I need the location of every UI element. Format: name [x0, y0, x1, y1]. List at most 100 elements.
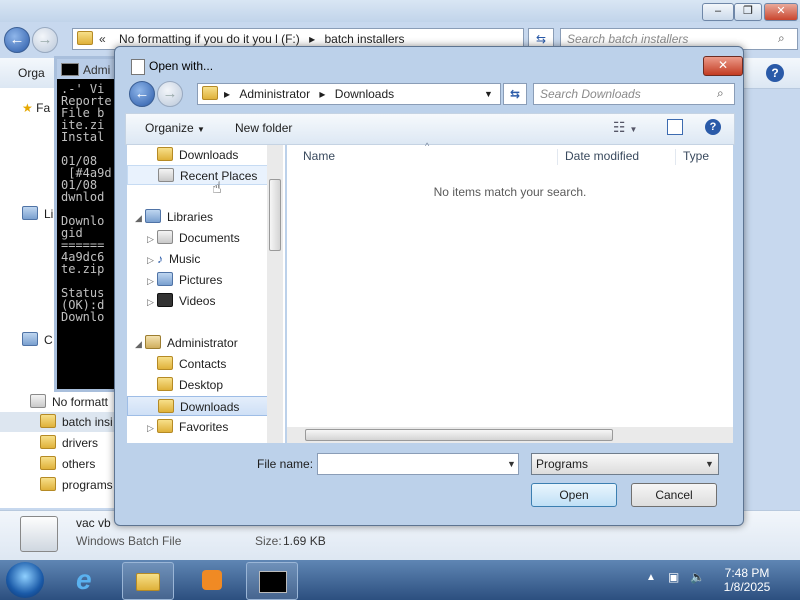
tree-item-drive[interactable]: No formatt	[30, 392, 108, 412]
column-header-type[interactable]: Type	[683, 145, 709, 167]
cancel-button[interactable]: Cancel	[631, 483, 717, 507]
clock-time: 7:48 PM	[724, 566, 770, 580]
taskbar-console-icon[interactable]	[246, 562, 298, 600]
tree-item-drivers[interactable]: drivers	[40, 433, 98, 453]
column-header-date-modified[interactable]: Date modified	[565, 145, 639, 167]
folder-icon	[158, 399, 174, 413]
tree-item-programs[interactable]: programs	[40, 475, 113, 495]
file-type-select[interactable]: Programs	[531, 453, 719, 475]
tree-item-favorites[interactable]: ★ Fa	[22, 98, 50, 118]
refresh-icon[interactable]: ⇆	[503, 83, 527, 105]
expand-arrow-icon[interactable]: ▷	[147, 292, 157, 312]
address-segment[interactable]: Administrator	[239, 87, 310, 101]
details-filename: vac vb	[76, 516, 111, 530]
documents-icon	[157, 230, 173, 244]
folder-icon	[77, 31, 93, 45]
taskbar-explorer-icon[interactable]	[122, 562, 174, 600]
network-icon[interactable]: ▣	[668, 570, 679, 584]
folder-icon	[40, 435, 56, 449]
dialog-title: Open with...	[149, 59, 214, 73]
internet-explorer-icon[interactable]: e	[66, 562, 114, 598]
open-with-dialog: Open with... ✕ ← → ▸ Administrator ▸ Dow…	[114, 46, 744, 526]
dialog-close-button[interactable]: ✕	[703, 56, 743, 76]
dialog-forward-button[interactable]: →	[157, 81, 183, 107]
clock-date: 1/8/2025	[723, 580, 771, 594]
videos-icon	[157, 293, 173, 307]
nav-item-documents[interactable]: ▷ Documents	[127, 228, 277, 248]
organize-button[interactable]: Orga	[18, 66, 45, 80]
expand-arrow-icon[interactable]: ▷	[147, 250, 157, 270]
column-divider	[675, 149, 676, 165]
file-list[interactable]: Name ^ Date modified Type No items match…	[287, 141, 733, 443]
address-segment[interactable]: No formatting if you do it you l (F:)	[119, 32, 300, 46]
chevron-down-icon[interactable]: ▼	[705, 459, 714, 469]
close-button[interactable]: ✕	[764, 3, 798, 21]
tree-item-libraries[interactable]: Li	[22, 204, 53, 224]
history-chevron-icon: «	[99, 32, 106, 46]
nav-item-recent-places[interactable]: Recent Places	[127, 165, 277, 185]
dialog-search-input[interactable]: Search Downloads	[533, 83, 735, 105]
file-name-input[interactable]	[317, 453, 519, 475]
chevron-down-icon[interactable]: ▼	[507, 459, 516, 469]
nav-item-downloads[interactable]: Downloads	[127, 145, 277, 165]
view-options-icon[interactable]: ☷ ▼	[613, 119, 637, 136]
nav-item-desktop[interactable]: Desktop	[127, 375, 277, 395]
collapse-arrow-icon[interactable]: ◢	[135, 208, 145, 228]
expand-arrow-icon[interactable]: ▷	[147, 229, 157, 249]
chevron-down-icon[interactable]: ▼	[484, 84, 493, 104]
hand-cursor-icon: ☝	[212, 180, 222, 197]
column-header-name[interactable]: Name	[303, 145, 335, 167]
dialog-back-button[interactable]: ←	[129, 81, 155, 107]
nav-item-administrator[interactable]: ◢ Administrator	[127, 333, 277, 353]
folder-icon	[40, 477, 56, 491]
computer-icon	[22, 332, 38, 346]
preview-pane-icon[interactable]	[667, 119, 683, 135]
file-list-scrollbar[interactable]	[287, 427, 733, 443]
taskbar	[0, 560, 800, 600]
help-icon[interactable]: ?	[766, 64, 784, 82]
address-segment[interactable]: batch installers	[324, 32, 404, 46]
start-button[interactable]	[6, 562, 44, 598]
nav-item-favorites[interactable]: ▷ Favorites	[127, 417, 277, 437]
nav-pane-scrollbar[interactable]	[267, 145, 283, 443]
forward-button[interactable]: →	[32, 27, 58, 53]
user-folder-icon	[145, 335, 161, 349]
media-player-icon[interactable]	[190, 562, 238, 598]
help-icon[interactable]: ?	[705, 119, 721, 135]
organize-button[interactable]: Organize ▼	[145, 121, 205, 135]
back-button[interactable]: ←	[4, 27, 30, 53]
scrollbar-thumb[interactable]	[269, 179, 281, 251]
chevron-right-icon: ▸	[319, 87, 326, 101]
search-icon: ⌕	[717, 86, 724, 100]
tree-item-others[interactable]: others	[40, 454, 95, 474]
collapse-arrow-icon[interactable]: ◢	[135, 334, 145, 354]
batch-file-gear-icon	[20, 516, 58, 552]
minimize-button[interactable]: –	[702, 3, 734, 21]
maximize-button[interactable]: ❐	[734, 3, 762, 21]
background-title-bar	[0, 0, 800, 22]
expand-arrow-icon[interactable]: ▷	[147, 418, 157, 438]
nav-item-libraries[interactable]: ◢ Libraries	[127, 207, 277, 227]
expand-arrow-icon[interactable]: ▷	[147, 271, 157, 291]
address-segment[interactable]: Downloads	[335, 87, 394, 101]
tree-item-computer[interactable]: C	[22, 330, 53, 350]
volume-muted-icon[interactable]: 🔈	[690, 570, 705, 584]
tray-arrow-icon[interactable]: ▲	[646, 572, 656, 583]
nav-item-downloads-selected[interactable]: Downloads	[127, 396, 277, 416]
open-button[interactable]: Open	[531, 483, 617, 507]
chevron-right-icon: ▸	[224, 87, 231, 101]
scrollbar-thumb[interactable]	[305, 429, 613, 441]
nav-item-contacts[interactable]: Contacts	[127, 354, 277, 374]
favorites-icon	[157, 419, 173, 433]
clock[interactable]: 7:48 PM 1/8/2025	[712, 566, 782, 594]
tree-item-batch-installers[interactable]: batch insi	[0, 412, 118, 432]
contacts-icon	[157, 356, 173, 370]
nav-item-videos[interactable]: ▷ Videos	[127, 291, 277, 311]
chevron-down-icon: ▼	[197, 125, 205, 134]
dialog-address-bar[interactable]: ▸ Administrator ▸ Downloads ▼	[197, 83, 501, 105]
new-folder-button[interactable]: New folder	[235, 121, 292, 135]
folder-icon	[40, 414, 56, 428]
nav-item-music[interactable]: ▷ ♪ Music	[127, 249, 277, 269]
details-type: Windows Batch File	[76, 534, 182, 548]
nav-item-pictures[interactable]: ▷ Pictures	[127, 270, 277, 290]
